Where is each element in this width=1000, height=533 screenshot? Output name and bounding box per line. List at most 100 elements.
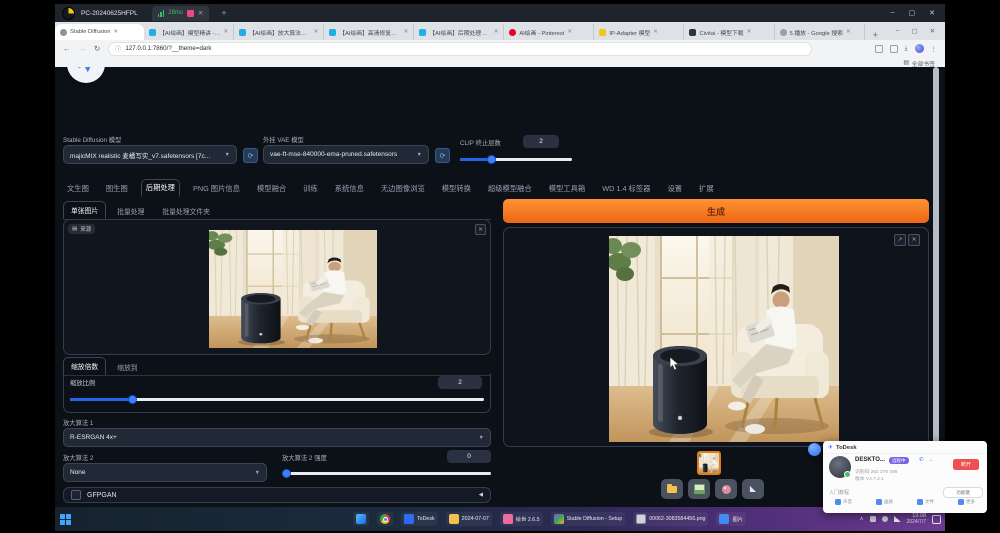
todesk-assist-ball[interactable] — [808, 443, 821, 456]
gallery-thumbnail[interactable] — [697, 451, 721, 475]
connection-tab[interactable]: 28ms ✕ — [152, 6, 210, 21]
start-button[interactable] — [60, 514, 71, 525]
tab-model-toolkit[interactable]: 模型工具箱 — [545, 181, 589, 197]
browser-tab[interactable]: 【AI绘画】高清修复教程 - 哔哩哔哩✕ — [324, 24, 414, 40]
tab-checkpoint-merger[interactable]: 模型融合 — [253, 181, 290, 197]
browser-tab[interactable]: IP-Adapter 模型✕ — [594, 24, 684, 40]
browser-tab[interactable]: 【AI绘画】后期处理教程 - 哔哩哔哩✕ — [414, 24, 504, 40]
vae-dropdown[interactable]: vae-ft-mse-840000-ema-pruned.safetensors… — [263, 145, 429, 164]
send-to-inpaint-button[interactable]: ◣ — [742, 479, 764, 499]
upscaler2-strength-value[interactable]: 0 — [447, 450, 491, 463]
chevron-down-icon[interactable]: ⌄ — [929, 457, 933, 463]
tab-img2img[interactable]: 图生图 — [102, 181, 132, 197]
tab-png-info[interactable]: PNG 图片信息 — [189, 181, 244, 197]
scale-slider[interactable] — [70, 395, 484, 404]
clear-image-button[interactable]: ✕ — [475, 224, 486, 235]
tab-close-icon[interactable]: ✕ — [114, 29, 119, 35]
clip-skip-value[interactable]: 2 — [523, 135, 559, 148]
site-info-icon[interactable]: ⓘ — [115, 44, 121, 53]
extension-icon[interactable] — [875, 45, 883, 53]
browser-tab[interactable]: 【AI绘画】放大算法详解 - 哔哩哔哩✕ — [234, 24, 324, 40]
close-preview-icon[interactable]: ✕ — [908, 234, 920, 246]
tab-close-icon[interactable]: ✕ — [404, 29, 409, 35]
send-to-extras-button[interactable] — [715, 479, 737, 499]
tab-close-icon[interactable]: ✕ — [567, 29, 572, 35]
taskbar-photos[interactable]: 图片 — [716, 512, 746, 526]
network-icon[interactable] — [894, 516, 901, 522]
taskbar-chrome[interactable] — [377, 512, 393, 526]
source-image-panel[interactable]: ▤ 来源 ✕ — [63, 219, 491, 355]
address-bar[interactable]: ⓘ 127.0.0.1:7860/?__theme=dark — [108, 42, 812, 56]
subtab-batch-folder[interactable]: 批量处理文件夹 — [155, 203, 217, 219]
scale-value[interactable]: 2 — [438, 376, 482, 389]
profile-avatar[interactable] — [915, 44, 924, 53]
tray-icon[interactable] — [870, 516, 876, 522]
subtab-batch-process[interactable]: 批量处理 — [110, 203, 151, 219]
browser-tab[interactable]: 5.播放 - Google 搜索✕ — [775, 24, 865, 40]
tab-model-converter[interactable]: 模型转换 — [438, 181, 475, 197]
tab-super-merger[interactable]: 超级模型融合 — [484, 181, 536, 197]
open-folder-button[interactable] — [661, 479, 683, 499]
accordion-gfpgan[interactable]: GFPGAN ◀ — [63, 487, 491, 503]
todesk-quality-button[interactable]: 画质 — [876, 499, 893, 505]
tab-wd14-tagger[interactable]: WD 1.4 标签器 — [598, 181, 654, 197]
extension-icon[interactable] — [890, 45, 898, 53]
browser-tab-active[interactable]: Stable Diffusion✕ — [55, 24, 144, 40]
back-icon[interactable]: ← — [63, 44, 71, 53]
tab-settings[interactable]: 设置 — [663, 181, 686, 197]
todesk-sound-button[interactable]: 声音 — [835, 499, 852, 505]
browser-tab[interactable]: Civitai - 模型下载✕ — [684, 24, 774, 40]
browser-maximize-button[interactable]: ▢ — [911, 27, 917, 35]
browser-tab[interactable]: AI绘画 - Pinterest✕ — [504, 24, 594, 40]
phone-icon[interactable]: ✆ — [919, 457, 924, 463]
upscaler2-dropdown[interactable]: None▼ — [63, 463, 267, 482]
taskbar-sd-setup[interactable]: Stable Diffusion - Setup — [551, 512, 626, 526]
taskbar-launcher[interactable] — [353, 512, 369, 526]
minimize-button[interactable]: – — [891, 9, 895, 17]
close-session-icon[interactable]: ✕ — [198, 9, 203, 17]
save-image-button[interactable] — [688, 479, 710, 499]
tray-icon[interactable] — [882, 516, 888, 522]
taskbar-clock[interactable]: 19:08 2024/7/7 — [907, 513, 926, 526]
tab-close-icon[interactable]: ✕ — [653, 29, 658, 35]
browser-minimize-button[interactable]: – — [896, 27, 900, 35]
close-button[interactable]: ✕ — [929, 9, 935, 17]
tab-txt2img[interactable]: 文生图 — [63, 181, 93, 197]
tray-chevron-icon[interactable]: ∧ — [860, 516, 864, 522]
refresh-sd-model-button[interactable]: ⟳ — [243, 148, 258, 163]
taskbar-todesk[interactable]: ToDesk — [401, 512, 438, 526]
refresh-vae-button[interactable]: ⟳ — [435, 148, 450, 163]
new-session-button[interactable]: + — [221, 8, 226, 18]
tab-close-icon[interactable]: ✕ — [747, 29, 752, 35]
todesk-more-button[interactable]: 更多 — [958, 499, 975, 505]
taskbar-folder[interactable]: 2024-07-07 — [446, 512, 492, 526]
tab-close-icon[interactable]: ✕ — [224, 29, 229, 35]
todesk-hotkeys-button[interactable]: 功能键 — [943, 487, 983, 498]
gfpgan-checkbox[interactable] — [71, 490, 81, 500]
fullscreen-icon[interactable]: ↗ — [894, 234, 906, 246]
tab-extensions[interactable]: 扩展 — [695, 181, 718, 197]
tab-train[interactable]: 训练 — [299, 181, 322, 197]
upscaler2-strength-slider[interactable] — [282, 469, 491, 478]
taskbar-huishi-launcher[interactable]: 绘世 2.6.5 — [500, 512, 543, 526]
output-image[interactable] — [609, 236, 839, 442]
new-tab-button[interactable]: + — [865, 30, 886, 40]
tab-extras[interactable]: 后期处理 — [141, 179, 180, 197]
taskbar-png-file[interactable]: 00062-3083584456.png — [633, 512, 708, 526]
tab-infinite-browser[interactable]: 无边图像浏览 — [377, 181, 429, 197]
tab-close-icon[interactable]: ✕ — [314, 29, 319, 35]
reload-icon[interactable]: ↻ — [94, 44, 100, 53]
download-icon[interactable]: ⤓ — [905, 45, 908, 53]
clip-skip-slider[interactable] — [460, 155, 572, 164]
tab-close-icon[interactable]: ✕ — [846, 29, 851, 35]
disconnect-button[interactable]: 断开 — [953, 459, 979, 470]
notification-icon[interactable] — [932, 515, 941, 524]
generate-button[interactable]: 生成 — [503, 199, 929, 223]
browser-tab[interactable]: 【AI绘画】模型精讲 - 哔哩哔哩✕ — [144, 24, 234, 40]
forward-icon[interactable]: → — [79, 44, 87, 53]
maximize-button[interactable]: ▢ — [909, 9, 916, 17]
upscaler1-dropdown[interactable]: R-ESRGAN 4x+▼ — [63, 428, 491, 447]
subtab-single-image[interactable]: 单张图片 — [63, 201, 106, 219]
todesk-files-button[interactable]: 文件 — [917, 499, 934, 505]
tab-close-icon[interactable]: ✕ — [494, 29, 499, 35]
